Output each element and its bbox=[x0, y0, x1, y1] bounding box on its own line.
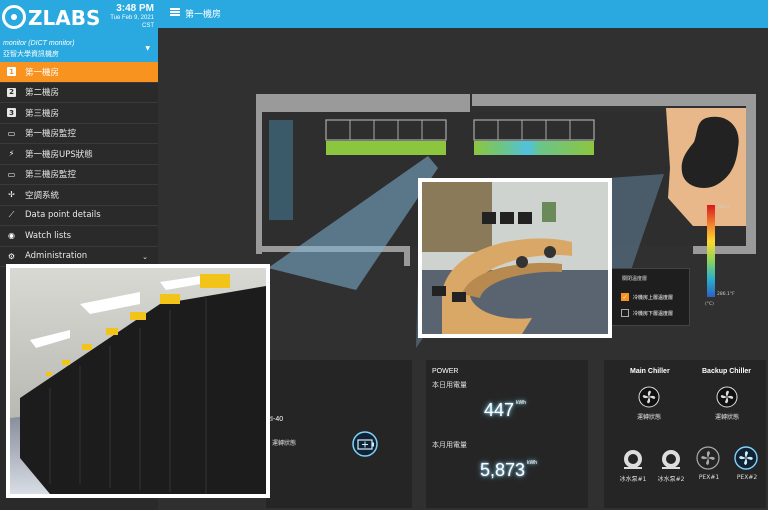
power-title: POWER bbox=[432, 368, 459, 375]
server-room-photo bbox=[6, 264, 270, 498]
sidebar-item-label: 第一機房 bbox=[25, 67, 60, 78]
sidebar-item-label: 第一機房監控 bbox=[25, 129, 77, 140]
chevron-down-icon: ⌄ bbox=[142, 252, 148, 261]
sidebar-item-8[interactable]: ⟋ Data point details bbox=[0, 206, 158, 226]
sidebar-item-label: 第三機房監控 bbox=[25, 170, 77, 181]
sidebar-item-6[interactable]: ▭ 第三機房監控 bbox=[0, 165, 158, 185]
monthly-usage-label: 本月用電量 bbox=[432, 441, 467, 449]
user-org: 亞智大學資訊機房 bbox=[3, 50, 59, 58]
logo-mark-icon bbox=[2, 5, 26, 29]
legend-option-lower[interactable]: 冷機房下層溫度層 bbox=[621, 309, 673, 317]
sidebar-menu: 1 第一機房 2 第二機房 3 第三機房 ▭ 第一機房監控 ⚡ 第一機房UPS狀態 ▭ 第三機房監控 ✢… bbox=[0, 62, 158, 267]
daily-usage-value: 447 kWh bbox=[484, 400, 527, 420]
checkbox-checked-icon[interactable]: ✓ bbox=[621, 293, 629, 301]
clock: 3:48 PM Tue Feb 9, 2021 CST bbox=[110, 3, 154, 30]
gear-icon: ⚙ bbox=[7, 251, 16, 261]
sidebar-item-label: Administration bbox=[25, 251, 88, 262]
legend-heading: 關閉溫度層 bbox=[622, 276, 648, 282]
line-chart-icon: ⟋ bbox=[8, 210, 15, 220]
chilled-water-pump-2-icon[interactable] bbox=[660, 448, 682, 470]
clock-zone: CST bbox=[142, 23, 154, 29]
monitor-icon: ▭ bbox=[7, 128, 16, 138]
user-profile-dropdown[interactable]: monitor (DICT monitor) 亞智大學資訊機房 ▼ bbox=[0, 36, 158, 62]
pump-label: 冰水泵#2 bbox=[657, 476, 685, 483]
brand-bar: ZLABS 3:48 PM Tue Feb 9, 2021 CST bbox=[0, 0, 158, 36]
control-room-photo bbox=[418, 178, 612, 338]
sidebar-item-4[interactable]: ▭ 第一機房監控 bbox=[0, 124, 158, 144]
daily-usage-label: 本日用電量 bbox=[432, 381, 467, 389]
monthly-usage-value: 5,873 kWh bbox=[480, 460, 538, 480]
temperature-color-scale bbox=[707, 205, 715, 297]
app-root: ZLABS 3:48 PM Tue Feb 9, 2021 CST monito… bbox=[0, 0, 768, 510]
pump-label: PEX#1 bbox=[698, 474, 720, 481]
pex-1-fan-icon[interactable] bbox=[696, 446, 720, 470]
sidebar-item-1[interactable]: 1 第一機房 bbox=[0, 62, 158, 83]
logo-text: ZLABS bbox=[28, 6, 101, 30]
checkbox-unchecked-icon[interactable] bbox=[621, 309, 629, 317]
sidebar-item-7[interactable]: ✢ 空調系統 bbox=[0, 185, 158, 206]
fan-icon: ✢ bbox=[8, 190, 15, 200]
hamburger-menu-icon[interactable] bbox=[170, 8, 180, 16]
clock-time: 3:48 PM bbox=[116, 3, 154, 14]
main-chiller-fan-icon[interactable] bbox=[638, 386, 660, 408]
ups-panel: RI-40 運轉狀態 bbox=[266, 360, 412, 508]
pump-label: 冰水泵#1 bbox=[619, 476, 647, 483]
main-chiller-status: 運轉狀態 bbox=[636, 414, 661, 421]
scale-max-label: 288.2 bbox=[717, 205, 730, 210]
scale-unit-label: (°C) bbox=[705, 302, 714, 307]
legend-option-upper[interactable]: ✓ 冷機房上層溫度層 bbox=[621, 293, 673, 301]
sidebar-item-3[interactable]: 3 第三機房 bbox=[0, 103, 158, 124]
sidebar-item-label: 第二機房 bbox=[25, 88, 60, 99]
sidebar-item-5[interactable]: ⚡ 第一機房UPS狀態 bbox=[0, 144, 158, 165]
backup-chiller-fan-icon[interactable] bbox=[716, 386, 738, 408]
sidebar-item-9[interactable]: ◉ Watch lists bbox=[0, 226, 158, 247]
number-2-icon: 2 bbox=[6, 87, 17, 98]
chilled-water-pump-1-icon[interactable] bbox=[622, 448, 644, 470]
bolt-icon: ⚡ bbox=[8, 149, 15, 159]
user-role: monitor (DICT monitor) bbox=[3, 40, 75, 47]
caret-down-icon: ▼ bbox=[145, 45, 150, 52]
sidebar-item-label: Watch lists bbox=[25, 230, 72, 241]
clock-date: Tue Feb 9, 2021 bbox=[110, 15, 154, 21]
main-chiller-title: Main Chiller bbox=[630, 368, 670, 375]
number-1-icon: 1 bbox=[6, 66, 17, 77]
sidebar-item-label: 第一機房UPS狀態 bbox=[25, 149, 93, 160]
temperature-layer-legend: 關閉溫度層 ✓ 冷機房上層溫度層 冷機房下層溫度層 bbox=[605, 268, 690, 326]
scale-min-label: 286.1°F bbox=[717, 292, 735, 297]
chiller-panel: Main Chiller Backup Chiller 運轉狀態 運轉狀態 冰水… bbox=[604, 360, 766, 508]
sidebar-item-2[interactable]: 2 第二機房 bbox=[0, 83, 158, 103]
backup-chiller-title: Backup Chiller bbox=[702, 368, 752, 375]
page-title: 第一機房 bbox=[185, 10, 222, 20]
ups-battery-icon[interactable] bbox=[351, 430, 379, 458]
number-3-icon: 3 bbox=[6, 107, 17, 118]
sidebar-item-label: Data point details bbox=[25, 210, 101, 221]
pex-2-fan-icon[interactable] bbox=[734, 446, 758, 470]
monitor-icon: ▭ bbox=[7, 169, 16, 179]
ups-status-label: 運轉狀態 bbox=[272, 440, 297, 447]
zlabs-logo[interactable]: ZLABS bbox=[2, 5, 101, 31]
power-panel: POWER 本日用電量 447 kWh 本月用電量 5,873 kWh bbox=[426, 360, 588, 508]
backup-chiller-status: 運轉狀態 bbox=[714, 414, 739, 421]
sidebar-item-label: 第三機房 bbox=[25, 108, 60, 119]
top-bar: 第一機房 bbox=[158, 0, 768, 28]
pump-label: PEX#2 bbox=[736, 474, 758, 481]
eye-icon: ◉ bbox=[8, 231, 15, 241]
sidebar-item-label: 空調系統 bbox=[25, 190, 60, 201]
